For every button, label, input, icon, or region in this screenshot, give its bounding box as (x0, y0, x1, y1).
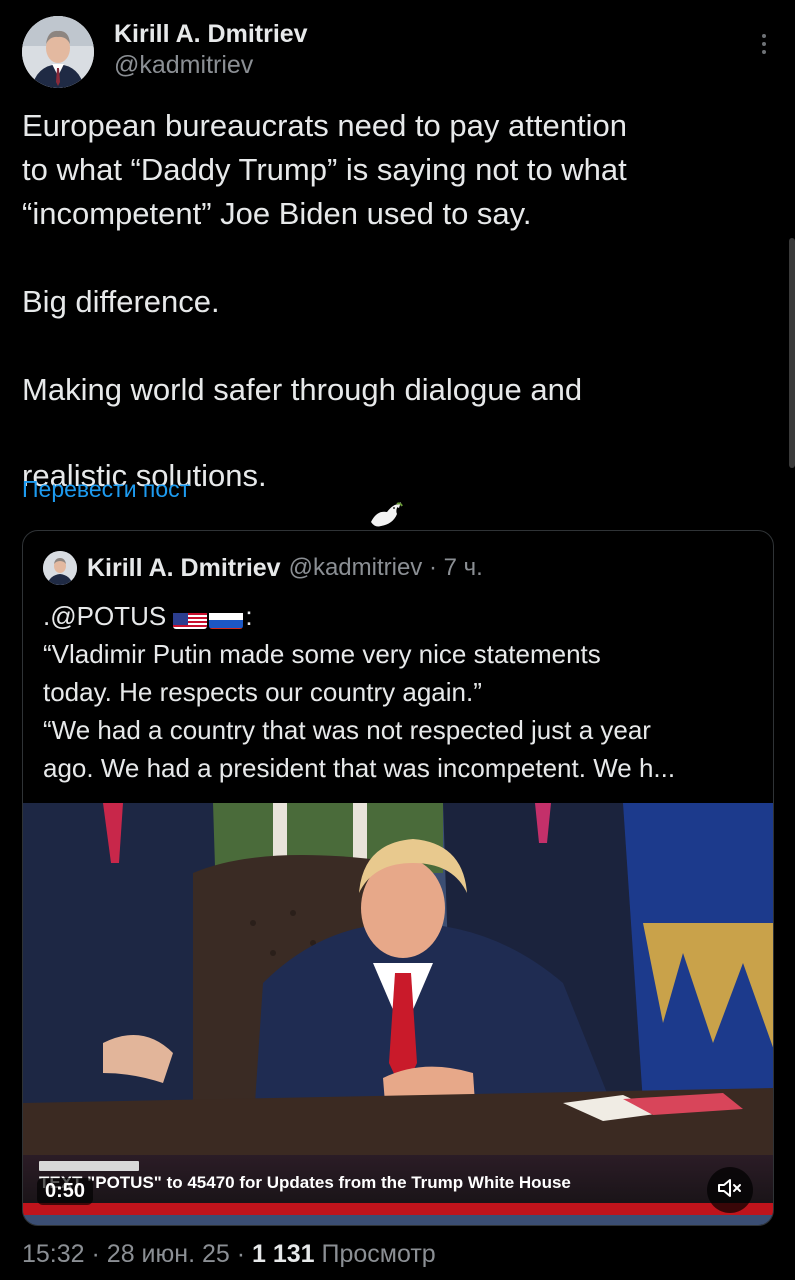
video-player[interactable]: TEXT "POTUS" to 45470 for Updates from t… (23, 803, 773, 1225)
quoted-line: .@POTUS : (43, 597, 755, 635)
quoted-line: ago. We had a president that was incompe… (43, 753, 676, 783)
russia-flag-icon (283, 487, 323, 513)
ticker-red-bar (23, 1203, 773, 1215)
quoted-line-suffix: : (245, 601, 253, 631)
tweet-paragraph: Big difference. (22, 284, 220, 319)
video-duration: 0:50 (37, 1178, 94, 1205)
author-handle[interactable]: @kadmitriev (114, 48, 308, 82)
quoted-author-name: Kirill A. Dmitriev (87, 553, 281, 582)
separator: · (236, 1240, 253, 1268)
separator: · (91, 1240, 107, 1268)
view-count: 1 131 (252, 1240, 315, 1268)
ticker-text: TEXT "POTUS" to 45470 for Updates from t… (39, 1173, 571, 1192)
more-options-icon[interactable] (761, 34, 767, 58)
quoted-line-prefix: .@POTUS (43, 601, 167, 631)
tweet-footer: 15:32 · 28 июн. 25 · 1 131 Просмотр (22, 1240, 436, 1269)
speaker-muted-icon (717, 1177, 743, 1204)
video-ticker: TEXT "POTUS" to 45470 for Updates from t… (23, 1155, 773, 1203)
tweet-paragraph: European bureaucrats need to pay attenti… (22, 108, 627, 231)
quoted-line: today. He respects our country again.” (43, 677, 482, 707)
author-name[interactable]: Kirill A. Dmitriev (114, 20, 308, 48)
russia-flag-icon (209, 607, 244, 630)
quoted-tweet[interactable]: Kirill A. Dmitriev @kadmitriev · 7 ч. .@… (22, 530, 774, 1226)
views-label: Просмотр (321, 1240, 436, 1268)
author-avatar[interactable] (22, 16, 94, 88)
translate-post-link[interactable]: Перевести пост (22, 476, 190, 503)
quoted-author-meta: @kadmitriev · 7 ч. (288, 554, 483, 581)
quoted-author-avatar (43, 551, 77, 585)
scrollbar[interactable] (789, 238, 795, 468)
quoted-tweet-text: .@POTUS : “Vladimir Putin made some very… (43, 597, 755, 787)
usa-flag-icon (325, 487, 365, 513)
mute-button[interactable] (707, 1167, 753, 1213)
quoted-line: “We had a country that was not respected… (43, 715, 651, 745)
tweet-header: Kirill A. Dmitriev @kadmitriev (22, 16, 773, 92)
white-house-logo (39, 1161, 139, 1171)
tweet-paragraph: Making world safer through dialogue and (22, 372, 583, 407)
quoted-tweet-header: Kirill A. Dmitriev @kadmitriev · 7 ч. (43, 551, 483, 585)
tweet-time[interactable]: 15:32 (22, 1240, 85, 1268)
tweet-date[interactable]: 28 июн. 25 (107, 1240, 230, 1268)
usa-flag-icon (173, 607, 208, 630)
quoted-line: “Vladimir Putin made some very nice stat… (43, 639, 601, 669)
